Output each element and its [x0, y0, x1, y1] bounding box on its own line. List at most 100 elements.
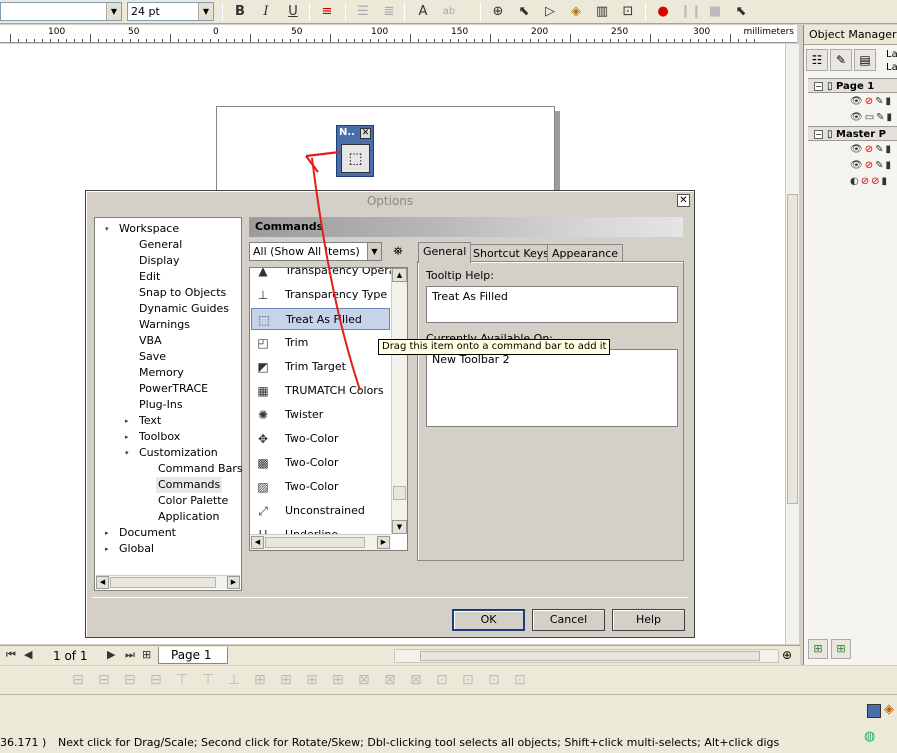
new-layer-icon[interactable]: ⊞ — [808, 639, 828, 659]
align-icon[interactable]: ⊟ — [150, 672, 162, 688]
text-align-icon[interactable]: ≡ — [318, 3, 336, 21]
tree-item-command-bars[interactable]: Command Bars — [156, 461, 245, 477]
last-page-icon[interactable]: ⏭ — [125, 648, 135, 662]
command-item[interactable]: ✺ Twister — [251, 404, 390, 426]
close-icon[interactable]: ✕ — [360, 128, 371, 139]
tree-horizontal-scrollbar[interactable]: ◀ ▶ — [96, 575, 240, 589]
scroll-down-icon[interactable]: ▼ — [392, 520, 407, 534]
command-item[interactable]: ▲ Transparency Operat — [251, 268, 399, 282]
pick-tool-icon[interactable]: ⬉ — [515, 3, 533, 21]
commands-list[interactable]: ▲ Transparency Operat ⊥ Transparency Type ⬚ T… — [249, 267, 408, 551]
command-item[interactable]: ▨ Two-Color — [251, 476, 390, 498]
new-toolbar[interactable]: N.. ✕ ⬚ — [336, 125, 374, 177]
italic-button[interactable]: I — [257, 3, 275, 21]
expand-icon[interactable]: ▸ — [125, 433, 129, 441]
align-icon[interactable]: ⊟ — [72, 672, 84, 688]
command-item[interactable]: ⤢ Unconstrained — [251, 500, 390, 522]
layer-row[interactable]: 👁⊘✎▮ — [808, 158, 897, 173]
layer-row[interactable]: 👁⊘✎▮ — [808, 94, 897, 109]
tab-appearance[interactable]: Appearance — [547, 244, 624, 262]
record-icon[interactable]: ● — [654, 3, 672, 21]
collapse-icon[interactable]: − — [814, 130, 823, 139]
tree-item-customization[interactable]: Customization — [137, 445, 220, 461]
next-page-icon[interactable]: ▶ — [107, 648, 115, 661]
font-name-combo[interactable]: ▼ — [0, 2, 122, 21]
canvas-horizontal-scrollbar[interactable] — [394, 649, 779, 663]
tree-item-edit[interactable]: Edit — [137, 269, 162, 285]
chevron-down-icon[interactable]: ▼ — [198, 3, 213, 20]
cancel-button[interactable]: Cancel — [532, 609, 605, 631]
drop-cap-icon[interactable]: ≣ — [380, 3, 398, 21]
collapse-icon[interactable]: ▾ — [125, 449, 129, 457]
tree-item-warnings[interactable]: Warnings — [137, 317, 192, 333]
layer-manager-icon[interactable]: ▤ — [854, 49, 876, 71]
tree-item-document[interactable]: Document — [117, 525, 178, 541]
tree-item-workspace[interactable]: Workspace — [117, 221, 181, 237]
stop-icon[interactable]: ■ — [706, 3, 724, 21]
expand-icon[interactable]: ▸ — [105, 545, 109, 553]
fill-tool-icon[interactable]: ◈ — [567, 3, 585, 21]
scroll-thumb[interactable] — [265, 537, 365, 548]
tree-item-text[interactable]: Text — [137, 413, 163, 429]
ok-button[interactable]: OK — [452, 609, 525, 631]
align-icon[interactable]: ⊡ — [462, 672, 474, 688]
scroll-thumb[interactable] — [787, 194, 798, 504]
show-properties-icon[interactable]: ☷ — [806, 49, 828, 71]
layer-row[interactable]: 👁⊘✎▮ — [808, 142, 897, 157]
chevron-down-icon[interactable]: ▼ — [106, 3, 121, 20]
align-icon[interactable]: ⊞ — [306, 672, 318, 688]
expand-icon[interactable]: ▸ — [105, 529, 109, 537]
command-item[interactable]: ▩ Two-Color — [251, 452, 390, 474]
play-icon[interactable]: ▷ — [541, 3, 559, 21]
tree-item-dynamic-guides[interactable]: Dynamic Guides — [137, 301, 231, 317]
character-formatting-icon[interactable]: A — [414, 3, 432, 21]
scroll-right-icon[interactable]: ▶ — [377, 536, 390, 549]
tree-item-save[interactable]: Save — [137, 349, 168, 365]
first-page-icon[interactable]: ⏮ — [6, 648, 16, 662]
master-page-node[interactable]: − ▯ Master P — [808, 126, 897, 141]
tab-shortcut-keys[interactable]: Shortcut Keys — [468, 244, 555, 262]
tree-item-vba[interactable]: VBA — [137, 333, 164, 349]
edit-across-layers-icon[interactable]: ✎ — [830, 49, 852, 71]
align-icon[interactable]: ⊠ — [410, 672, 422, 688]
scroll-thumb[interactable] — [110, 577, 216, 588]
tree-item-commands[interactable]: Commands — [156, 477, 223, 493]
expand-icon[interactable]: ▸ — [125, 417, 129, 425]
layer-visibility-icons[interactable]: ◐⊘⊘▮ — [850, 174, 889, 189]
command-item[interactable]: ▦ TRUMATCH Colors — [251, 380, 390, 402]
command-item[interactable]: ⊥ Transparency Type — [251, 284, 390, 306]
outline-color-icon[interactable]: ◍ — [864, 729, 875, 744]
layer-row[interactable]: 👁▭✎▮ — [808, 110, 897, 125]
align-icon[interactable]: ⊡ — [436, 672, 448, 688]
pause-icon[interactable]: ❙❙ — [680, 3, 702, 21]
align-icon[interactable]: ⊞ — [280, 672, 292, 688]
align-icon[interactable]: ⊠ — [358, 672, 370, 688]
macro-tool-icon[interactable]: ⬉ — [732, 3, 750, 21]
align-icon[interactable]: ⊤ — [202, 672, 214, 688]
scroll-left-icon[interactable]: ◀ — [96, 576, 109, 589]
bold-button[interactable]: B — [231, 3, 249, 21]
tab-general[interactable]: General — [418, 242, 472, 263]
scroll-thumb[interactable] — [393, 486, 406, 500]
align-icon[interactable]: ⊟ — [124, 672, 136, 688]
tree-item-snap-to-objects[interactable]: Snap to Objects — [137, 285, 228, 301]
commands-vertical-scrollbar[interactable]: ▲ ▼ — [391, 268, 407, 534]
layer-visibility-icons[interactable]: 👁⊘✎▮ — [850, 142, 893, 157]
scroll-left-icon[interactable]: ◀ — [251, 536, 264, 549]
canvas-vertical-scrollbar[interactable] — [785, 44, 799, 644]
command-item[interactable]: ◩ Trim Target — [251, 356, 390, 378]
underline-button[interactable]: U — [284, 3, 302, 21]
navigator-zoom-icon[interactable]: ⊕ — [782, 648, 792, 662]
tree-item-display[interactable]: Display — [137, 253, 182, 269]
tree-item-general[interactable]: General — [137, 237, 184, 253]
options-tree[interactable]: Workspace ▾ General Display Edit Snap to Obje… — [94, 217, 245, 591]
previous-page-icon[interactable]: ◀ — [24, 648, 32, 661]
fill-icon[interactable]: ◈ — [884, 702, 894, 717]
tree-item-global[interactable]: Global — [117, 541, 156, 557]
close-icon[interactable]: ✕ — [677, 194, 690, 207]
zoom-icon[interactable]: ⊡ — [619, 3, 637, 21]
help-button[interactable]: Help — [612, 609, 685, 631]
fill-color-swatch[interactable] — [867, 704, 881, 718]
commands-horizontal-scrollbar[interactable]: ◀ ▶ — [250, 534, 391, 550]
layer-visibility-icons[interactable]: 👁⊘✎▮ — [850, 94, 893, 109]
